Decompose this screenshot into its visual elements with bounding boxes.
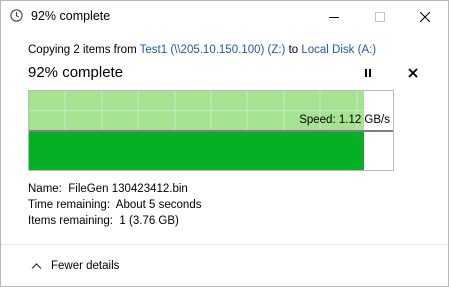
minimize-button[interactable] xyxy=(311,1,357,32)
progress-title: 92% complete xyxy=(28,64,124,81)
speed-graph-canvas xyxy=(29,91,393,170)
detail-name-row: Name: FileGen 130423412.bin xyxy=(28,181,201,197)
fewer-details-button[interactable]: Fewer details xyxy=(31,260,119,272)
items-remaining-value: 1 (3.76 GB) xyxy=(119,215,179,227)
detail-items-row: Items remaining: 1 (3.76 GB) xyxy=(28,213,201,229)
copy-middle: to xyxy=(285,44,302,56)
time-remaining-value: About 5 seconds xyxy=(115,199,202,211)
maximize-icon xyxy=(375,11,385,22)
speed-label: Speed: 1.12 GB/s xyxy=(299,114,390,126)
close-icon xyxy=(408,68,418,78)
fewer-details-label: Fewer details xyxy=(51,260,120,272)
source-link[interactable]: Test1 (\\205.10.150.100) (Z:) xyxy=(140,44,286,56)
title-bar: 92% complete xyxy=(1,1,448,32)
copy-description: Copying 2 items from Test1 (\\205.10.150… xyxy=(28,44,376,56)
destination-link[interactable]: Local Disk (A:) xyxy=(301,44,376,56)
file-copy-dialog: 92% complete Copying 2 items from Test1 … xyxy=(0,0,449,287)
chevron-up-icon xyxy=(31,263,42,269)
pause-icon xyxy=(365,69,371,77)
pause-button[interactable] xyxy=(361,66,375,80)
name-value: FileGen 130423412.bin xyxy=(68,183,188,195)
time-remaining-label: Time remaining: xyxy=(28,199,111,211)
cancel-button[interactable] xyxy=(406,66,420,80)
clock-icon xyxy=(10,9,23,22)
name-label: Name: xyxy=(28,183,62,195)
details-section: Name: FileGen 130423412.bin Time remaini… xyxy=(28,181,201,229)
items-remaining-label: Items remaining: xyxy=(28,215,114,227)
speed-graph: Speed: 1.12 GB/s xyxy=(28,90,394,171)
close-window-button[interactable] xyxy=(402,1,448,32)
footer: Fewer details xyxy=(1,244,448,286)
maximize-button xyxy=(357,1,403,32)
minimize-icon xyxy=(329,16,339,18)
copy-prefix: Copying 2 items from xyxy=(28,44,140,56)
window-title: 92% complete xyxy=(31,9,111,23)
close-icon xyxy=(420,11,430,22)
detail-time-row: Time remaining: About 5 seconds xyxy=(28,197,201,213)
progress-fill xyxy=(29,132,364,170)
